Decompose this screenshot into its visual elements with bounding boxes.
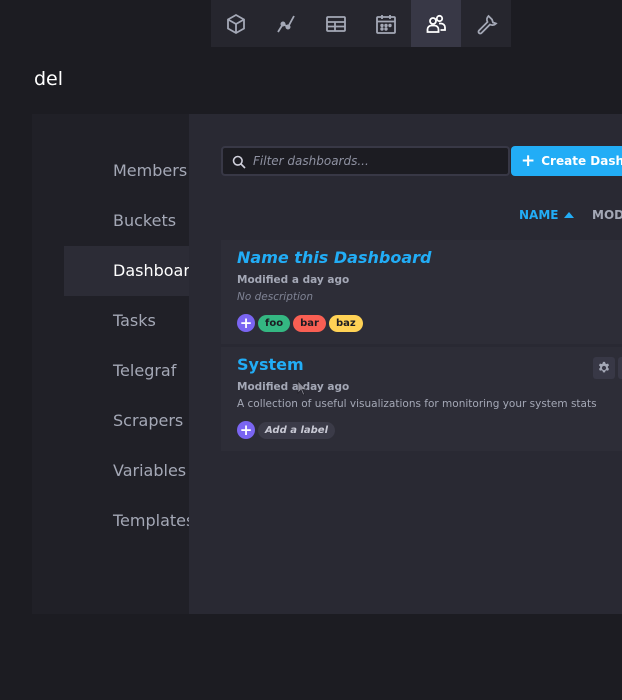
cube-icon [227,13,245,34]
settings-button[interactable] [593,357,615,379]
create-dashboard-label: Create Dashboard [541,154,622,168]
dashboard-name[interactable]: System [237,355,304,374]
dashboard-modified: Modified a day ago [237,274,350,286]
dashboard-description[interactable]: A collection of useful visualizations fo… [237,398,597,410]
search-icon [232,155,246,169]
nav-table-button[interactable] [311,0,361,47]
dashboard-name[interactable]: Name this Dashboard [237,248,431,267]
dashboard-description[interactable]: No description [237,291,313,303]
caret-up-icon [564,212,575,218]
label-foo[interactable]: foo [258,314,291,332]
org-title: del [34,68,64,90]
calendar-icon [376,14,396,34]
create-dashboard-button[interactable]: + Create Dashboard [511,146,622,176]
add-label-pill[interactable]: Add a label [258,421,336,439]
dashboard-card: Name this Dashboard Modified a day ago N… [221,240,622,344]
dashboard-card: System Modified a day ago A collection o… [221,347,622,451]
table-icon [326,15,346,32]
search-input[interactable] [253,148,503,174]
sort-by-modified[interactable]: MODIFIED [592,208,622,222]
dashboard-modified: Modified a day ago [237,381,350,393]
nav-calendar-button[interactable] [361,0,411,47]
plus-icon: + [521,150,536,171]
nav-cube-button[interactable] [211,0,261,47]
org-panel: Members Buckets Dashboards Tasks Telegra… [32,114,622,614]
add-label-button[interactable]: + [237,314,255,332]
add-label-button[interactable]: + [237,421,255,439]
nav-users-button[interactable] [411,0,461,47]
top-nav [211,0,511,47]
cursor-icon [297,380,306,396]
label-bar[interactable]: bar [293,314,326,332]
label-baz[interactable]: baz [328,314,363,332]
clone-button[interactable] [618,357,622,379]
nav-graph-button[interactable] [261,0,311,47]
label-list: + foo bar baz [237,314,366,332]
graph-icon [277,15,295,32]
sort-name-label: NAME [519,208,559,222]
filter-dashboards-search [221,146,510,176]
label-list: + Add a label [237,421,338,439]
nav-wrench-button[interactable] [461,0,511,47]
sort-by-name[interactable]: NAME [519,208,575,222]
wrench-icon [477,14,498,34]
users-icon [426,14,446,33]
gear-icon [598,361,610,373]
dashboards-content: + Create Dashboard NAME MODIFIED Name th… [189,114,622,614]
